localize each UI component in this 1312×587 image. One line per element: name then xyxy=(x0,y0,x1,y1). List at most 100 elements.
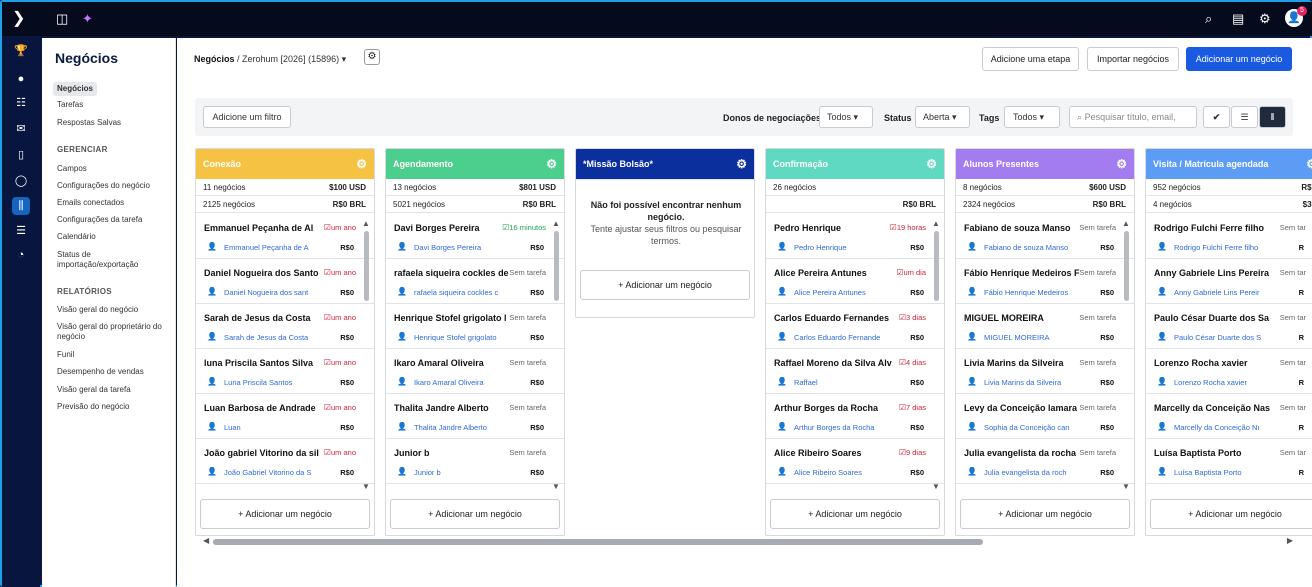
deal-card[interactable]: Isabella Soares Mohamad (9 dias👤Isabella… xyxy=(766,484,944,494)
column-header[interactable]: Alunos Presentes ⚙ xyxy=(956,149,1134,179)
vertical-scrollbar[interactable]: ▲ ▼ xyxy=(552,219,561,491)
deal-name[interactable]: Abner de Mata Fortes Po xyxy=(964,493,1082,494)
deal-card[interactable]: Raffael Moreno da Silva Alv 4 dias 👤 Raffae… xyxy=(766,349,944,394)
sparkle-icon[interactable]: ✦ xyxy=(82,11,93,27)
deal-card[interactable]: Sarah de Jesus da Costaum ano👤Sarah de J… xyxy=(196,304,374,349)
contact-link[interactable]: Luísa Baptista Porto xyxy=(1174,468,1264,477)
add-deal-column-button[interactable]: + Adicionar um negócio xyxy=(1150,499,1312,529)
org-icon[interactable]: ☷ xyxy=(12,94,30,112)
gear-icon[interactable]: ⚙ xyxy=(356,149,367,179)
deal-name[interactable]: Bernardo Abranches Barb xyxy=(394,493,512,494)
deal-name[interactable]: Alice Pereira Antunes xyxy=(774,268,892,278)
deal-name[interactable]: Anny Gabriele Lins Pereira xyxy=(1154,268,1272,278)
contact-link[interactable]: Rodrigo Fulchi Ferre filho xyxy=(1174,243,1264,252)
sidebar-item-campos[interactable]: Campos xyxy=(57,164,173,174)
deal-name[interactable]: Rodrigo Fulchi Ferre filho xyxy=(1154,223,1272,233)
breadcrumb-root[interactable]: Negócios xyxy=(194,54,235,64)
deal-card[interactable]: Carlos Eduardo Fernandes 3 dias 👤 Carlos Ed… xyxy=(766,304,944,349)
contact-link[interactable]: Sarah de Jesus da Costa xyxy=(224,333,314,342)
contact-link[interactable]: Anny Gabriele Lins Pereir xyxy=(1174,288,1264,297)
contact-link[interactable]: MIGUEL MOREIRA xyxy=(984,333,1074,342)
contact-link[interactable]: Ikaro Amaral Oliveira xyxy=(414,378,504,387)
scroll-up-icon[interactable]: ▲ xyxy=(552,219,560,228)
list-view-button[interactable]: ☰ xyxy=(1231,106,1258,128)
vertical-scrollbar[interactable]: ▲ ▼ xyxy=(1122,219,1131,491)
sidebar-item-desempenho[interactable]: Desempenho de vendas xyxy=(57,367,173,377)
contact-link[interactable]: Julia evangelista da roch xyxy=(984,468,1074,477)
sidebar-item-negocios[interactable]: Negócios xyxy=(53,82,98,96)
add-deal-column-button[interactable]: + Adicionar um negócio xyxy=(770,499,940,529)
check-view-button[interactable]: ✔ xyxy=(1203,106,1230,128)
contact-link[interactable]: Marcelly da Conceição Nı xyxy=(1174,423,1264,432)
deal-name[interactable]: Isabella Soares Mohamad ( xyxy=(774,493,892,494)
deal-card[interactable]: Davi Borges Pereira16 minutos👤Davi Borge… xyxy=(386,214,564,259)
chart-pie-icon[interactable]: ◔ xyxy=(12,246,30,264)
search-input[interactable]: ⌕ Pesquisar título, email, xyxy=(1069,106,1197,128)
sidebar-item-funil[interactable]: Funil xyxy=(57,350,173,360)
deal-name[interactable]: Alice Ribeiro Soares xyxy=(774,448,892,458)
deal-name[interactable]: Daniel Nogueira dos Santo xyxy=(204,268,322,278)
add-deal-column-button[interactable]: + Adicionar um negócio xyxy=(960,499,1130,529)
deal-card[interactable]: Luísa Baptista Porto Sem tar 👤 Luísa Baptis… xyxy=(1146,439,1312,484)
deal-card[interactable]: Luan Barbosa de Andradeum ano 👤 Luan R$0 xyxy=(196,394,374,439)
gear-icon[interactable]: ⚙ xyxy=(1116,149,1127,179)
sidebar-item-previsao[interactable]: Previsão do negócio xyxy=(57,402,173,412)
scroll-left-icon[interactable]: ◀ xyxy=(203,536,209,545)
sidebar-item-config-negocio[interactable]: Configurações do negócio xyxy=(57,181,173,191)
deal-name[interactable]: Marcelly da Conceição Nas xyxy=(1154,403,1272,413)
sidebar-item-emails[interactable]: Emails conectados xyxy=(57,198,173,208)
contact-link[interactable]: Sophia da Conceição can xyxy=(984,423,1074,432)
deal-card[interactable]: Anny Gabriele Lins Pereira Sem tar 👤 Anny G… xyxy=(1146,259,1312,304)
deal-card[interactable]: Rodrigo Fulchi Ferre filho Sem tar 👤 Rodrig… xyxy=(1146,214,1312,259)
vertical-scrollbar[interactable]: ▲ ▼ xyxy=(932,219,941,491)
sidebar-item-tarefas[interactable]: Tarefas xyxy=(57,100,173,110)
contact-link[interactable]: Carlos Eduardo Fernande xyxy=(794,333,884,342)
deal-name[interactable]: Lorenzo Rocha xavier xyxy=(1154,358,1272,368)
contact-link[interactable]: Fabiano de souza Manso xyxy=(984,243,1074,252)
add-deal-column-button[interactable]: + Adicionar um negócio xyxy=(390,499,560,529)
tags-select[interactable]: Todos ▾ xyxy=(1004,106,1060,128)
deal-card[interactable]: Alice Pereira Antunes um dia 👤 Alice Pereir… xyxy=(766,259,944,304)
contact-link[interactable]: Thalita Jandre Alberto xyxy=(414,423,504,432)
scroll-up-icon[interactable]: ▲ xyxy=(1122,219,1130,228)
scroll-thumb[interactable] xyxy=(1124,231,1129,301)
chevron-logo-icon[interactable]: ❯ xyxy=(12,8,25,28)
deal-card[interactable]: Lorenzo Rocha xavier Sem tar 👤 Lorenzo Roch… xyxy=(1146,349,1312,394)
contact-link[interactable]: Raffael xyxy=(794,378,884,387)
deal-name[interactable]: Paulo César Duarte dos Sa xyxy=(1154,313,1272,323)
scroll-down-icon[interactable]: ▼ xyxy=(1122,482,1130,491)
deal-card[interactable]: Paulo César Duarte dos Sa Sem tar 👤 Paulo C… xyxy=(1146,304,1312,349)
whatsapp-icon[interactable]: ◯ xyxy=(12,172,30,190)
scroll-right-icon[interactable]: ▶ xyxy=(1287,536,1293,545)
deal-card[interactable]: Henrique Stofel grigolato l Sem tarefa 👤 He… xyxy=(386,304,564,349)
contact-link[interactable]: Alice Ribeiro Soares xyxy=(794,468,884,477)
deal-card[interactable]: Marcelly da Conceição Nas Sem tar 👤 Marcell… xyxy=(1146,394,1312,439)
contact-link[interactable]: Henrique Stofel grigolato xyxy=(414,333,504,342)
deal-name[interactable]: Julia evangelista da rocha xyxy=(964,448,1082,458)
contact-link[interactable]: Luan xyxy=(224,423,314,432)
contact-link[interactable]: Lorenzo Rocha xavier xyxy=(1174,378,1264,387)
scroll-thumb[interactable] xyxy=(213,539,983,545)
gear-icon[interactable]: ⚙ xyxy=(1306,149,1312,179)
contact-link[interactable]: Livia Marins da Silveira xyxy=(984,378,1074,387)
deal-card[interactable]: Pedro Henrique19 horas👤Pedro HenriqueR$0 xyxy=(766,214,944,259)
chat-icon[interactable]: ▤ xyxy=(1232,11,1244,27)
scroll-down-icon[interactable]: ▼ xyxy=(932,482,940,491)
search-icon[interactable]: ⌕ xyxy=(1205,11,1212,27)
deal-card[interactable]: Ikaro Amaral Oliveira Sem tarefa 👤 Ikaro Am… xyxy=(386,349,564,394)
deal-name[interactable]: Thalita Jandre Alberto xyxy=(394,403,512,413)
scroll-down-icon[interactable]: ▼ xyxy=(362,482,370,491)
deal-name[interactable]: MIGUEL MOREIRA xyxy=(964,313,1082,323)
deal-name[interactable]: rafaela siqueira cockles de xyxy=(394,268,512,278)
contact-link[interactable]: Daniel Nogueira dos sant xyxy=(224,288,314,297)
column-header[interactable]: Conexão ⚙ xyxy=(196,149,374,179)
deal-card[interactable]: Levy da Conceição lamara Sem tarefa 👤 Sophi… xyxy=(956,394,1134,439)
vertical-scrollbar[interactable]: ▲ ▼ xyxy=(362,219,371,491)
gear-icon[interactable]: ⚙ xyxy=(736,149,747,179)
sidebar-item-respostas[interactable]: Respostas Salvas xyxy=(57,118,173,128)
add-deal-column-button[interactable]: + Adicionar um negócio xyxy=(200,499,370,529)
deal-name[interactable]: Pedro Henrique xyxy=(774,223,892,233)
deal-name[interactable]: João Gabriel da Silva Rod xyxy=(1154,493,1272,494)
deal-card[interactable]: Emmanuel Peçanha de Alum ano 👤 Emmanuel Pe… xyxy=(196,214,374,259)
sidebar-item-visao-proprietario[interactable]: Visão geral do proprietário do negócio xyxy=(57,322,173,342)
